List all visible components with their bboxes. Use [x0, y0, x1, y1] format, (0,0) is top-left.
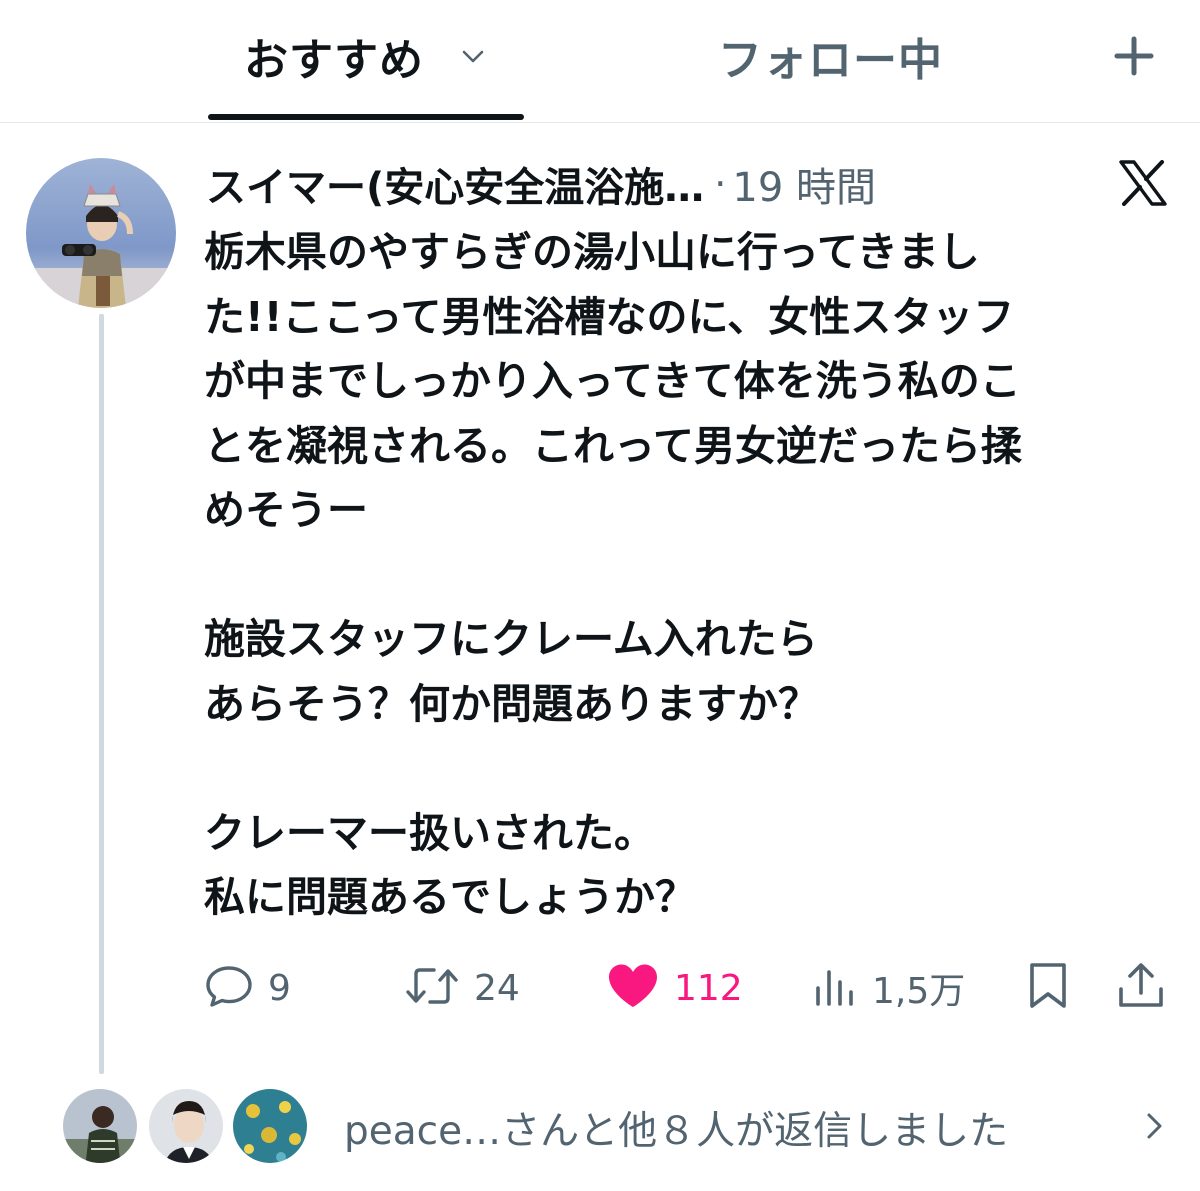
- replies-summary-row[interactable]: peace…さんと他８人が返信しました: [60, 1080, 1200, 1170]
- tab-recommended-label: おすすめ: [244, 35, 424, 86]
- header-separator: ·: [714, 162, 727, 206]
- tweet-header: スイマー(安心安全温浴施… · 19 時間: [206, 154, 876, 214]
- tweet-body-line: 栃木県のやすらぎの湯小山に行ってきまし: [204, 228, 980, 276]
- tweet-body-line: 施設スタッフにクレーム入れたら: [204, 615, 818, 663]
- chevron-down-icon[interactable]: [458, 41, 488, 71]
- tab-recommended[interactable]: おすすめ: [244, 24, 488, 88]
- author-avatar[interactable]: [26, 158, 176, 308]
- active-tab-indicator: [208, 114, 524, 120]
- replier-avatar[interactable]: [146, 1086, 226, 1166]
- views-count: 1,5万: [872, 971, 966, 1012]
- replies-summary-text: peace…さんと他８人が返信しました: [344, 1109, 1009, 1154]
- tweet-body-line: 私に問題あるでしょうか？: [204, 873, 696, 921]
- bookmark-button[interactable]: [1026, 958, 1070, 1018]
- thread-connector-line: [99, 314, 104, 1074]
- tweet-body-line: あらそう？何か問題ありますか？: [204, 679, 819, 728]
- retweet-button[interactable]: 24: [404, 958, 520, 1018]
- tweet-timestamp[interactable]: 19 時間: [732, 155, 876, 213]
- tweet-body-line: めそうー: [204, 486, 368, 534]
- tweet-body: 栃木県のやすらぎの湯小山に行ってきまし た!!ここって男性浴槽なのに、女性スタッ…: [204, 220, 1179, 930]
- views-bar-chart-icon: [814, 964, 858, 1012]
- timeline-tab-bar: おすすめ フォロー中: [0, 0, 1200, 123]
- author-name[interactable]: スイマー(安心安全温浴施…: [206, 155, 704, 213]
- reply-count: 9: [268, 967, 291, 1009]
- chevron-right-icon[interactable]: [1142, 1110, 1166, 1142]
- retweet-count: 24: [474, 967, 520, 1009]
- replier-avatar[interactable]: [60, 1086, 140, 1166]
- x-logo-icon[interactable]: [1118, 160, 1168, 206]
- share-icon: [1116, 961, 1166, 1015]
- tweet-body-line: た!!ここって男性浴槽なのに、女性スタッフ: [204, 292, 1015, 341]
- share-button[interactable]: [1116, 958, 1166, 1018]
- replier-avatar[interactable]: [230, 1086, 310, 1166]
- plus-icon[interactable]: [1112, 34, 1156, 78]
- tweet-body-line: とを凝視される。これって男女逆だったら揉: [204, 421, 1022, 470]
- bookmark-icon: [1026, 961, 1070, 1015]
- like-button[interactable]: 112: [606, 958, 743, 1018]
- tweet-body-line: クレーマー扱いされた。: [204, 808, 655, 857]
- tab-following[interactable]: フォロー中: [718, 24, 943, 88]
- heart-icon: [606, 962, 660, 1014]
- like-count: 112: [674, 967, 743, 1009]
- reply-bubble-icon: [204, 964, 254, 1012]
- reply-button[interactable]: 9: [204, 958, 291, 1018]
- tweet-body-line: が中までしっかり入ってきて体を洗う私のこ: [204, 357, 1021, 405]
- retweet-icon: [404, 964, 460, 1012]
- views-button[interactable]: 1,5万: [814, 958, 965, 1018]
